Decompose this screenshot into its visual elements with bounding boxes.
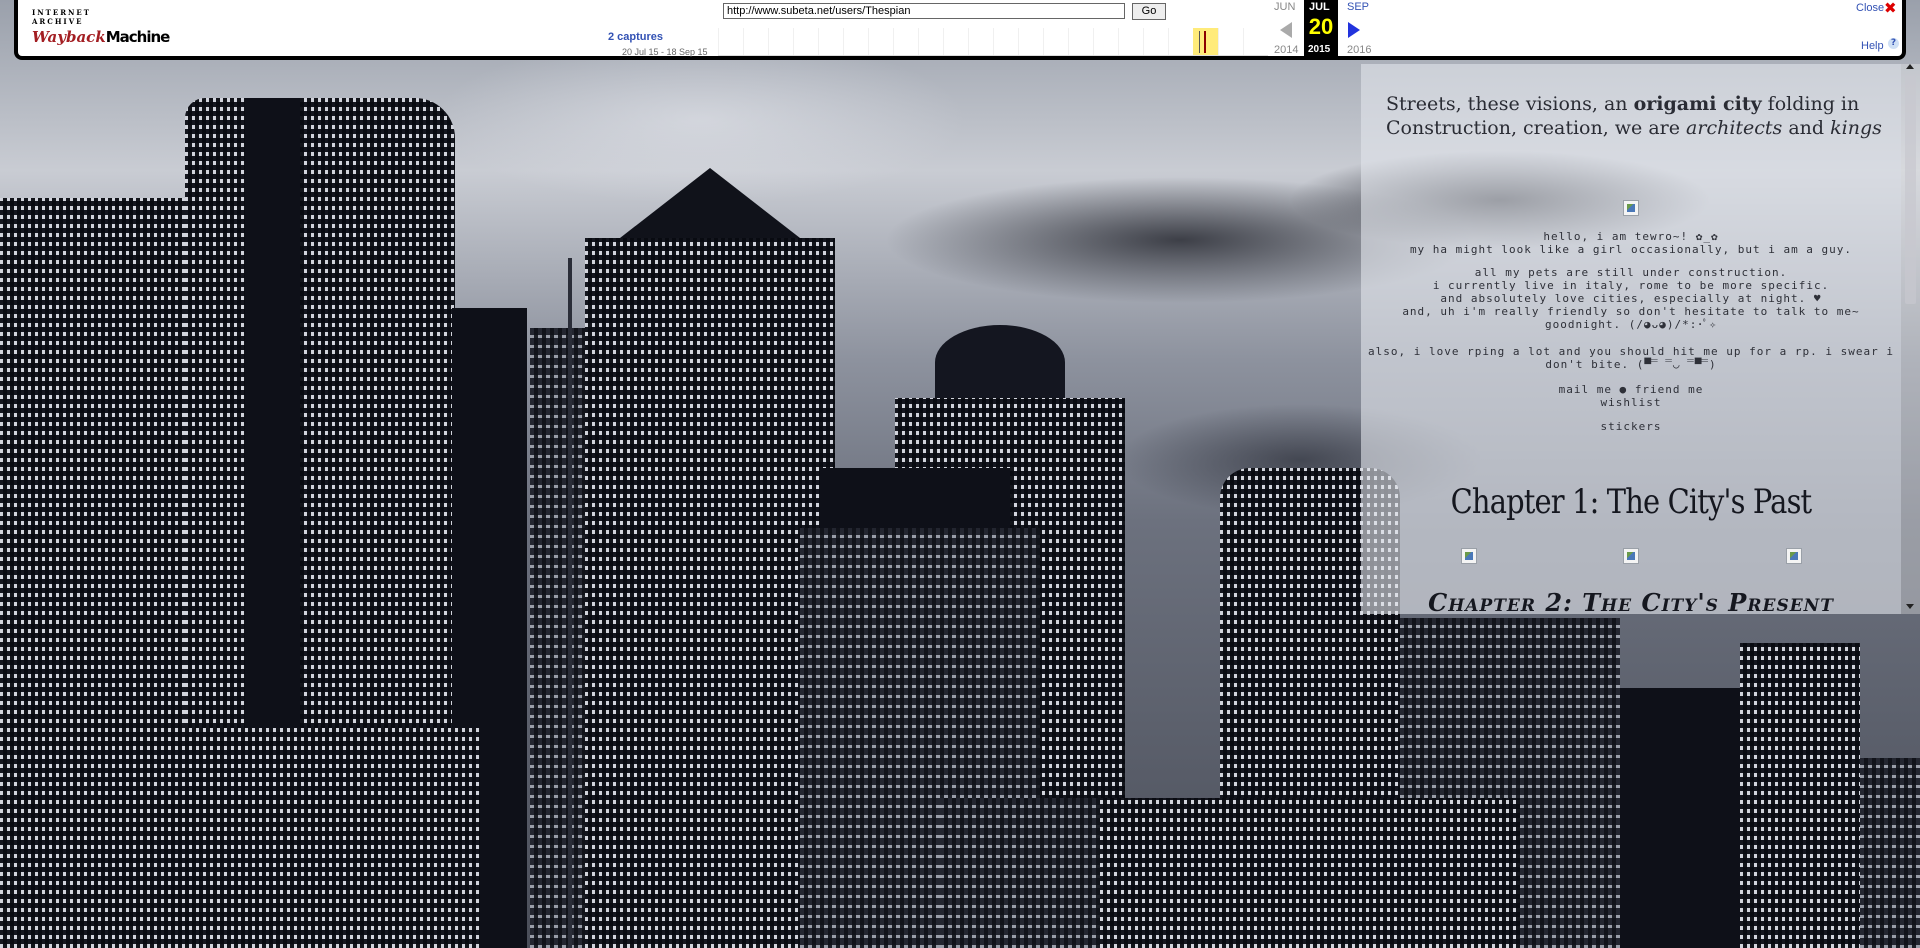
- bio-line: all my pets are still under construction…: [1474, 266, 1788, 279]
- building: [1740, 643, 1860, 948]
- profile-panel: Streets, these visions, an origami city …: [1361, 64, 1901, 614]
- building: [0, 728, 480, 948]
- link-separator: ●: [1611, 383, 1635, 396]
- logo-machine-text: Machine: [105, 28, 171, 46]
- lyrics-text: Streets, these visions, an: [1386, 93, 1634, 115]
- left-arrow-icon[interactable]: [1280, 22, 1292, 38]
- prev-month[interactable]: JUN: [1274, 1, 1295, 13]
- chapter-2-heading: Chapter 2: The City's Present: [1428, 588, 1834, 614]
- panel-scrollbar[interactable]: [1901, 64, 1920, 614]
- mail-me-link[interactable]: mail me: [1559, 383, 1612, 396]
- next-month[interactable]: SEP: [1347, 1, 1369, 13]
- building: [530, 328, 585, 948]
- capture-sparkline[interactable]: [718, 28, 1268, 56]
- building: [1860, 758, 1920, 948]
- help-icon[interactable]: ?: [1888, 38, 1899, 49]
- bio-line: also, i love rping a lot and you should …: [1368, 345, 1894, 358]
- broken-image-icon[interactable]: [1786, 548, 1802, 564]
- logo-top-text: INTERNET ARCHIVE: [32, 8, 91, 26]
- building: [585, 238, 835, 948]
- help-link[interactable]: Help: [1861, 40, 1884, 52]
- bio-line: don't bite. (▀̿ ̿◡ ̿▀̿): [1545, 358, 1717, 371]
- lyrics-quote: Streets, these visions, an origami city …: [1386, 92, 1886, 140]
- wayback-toolbar: INTERNET ARCHIVE WaybackMachine http://w…: [14, 0, 1906, 60]
- prev-year[interactable]: 2014: [1274, 44, 1298, 56]
- lyrics-emphasis: kings: [1830, 117, 1882, 139]
- current-day: 20: [1308, 14, 1334, 39]
- dome-roof: [935, 325, 1065, 400]
- broken-image-icon[interactable]: [1623, 548, 1639, 564]
- lyrics-text: folding in: [1761, 93, 1860, 115]
- current-month: JUL: [1309, 1, 1330, 13]
- pyramid-roof: [620, 168, 800, 238]
- lyrics-text: and: [1782, 117, 1831, 139]
- friend-me-link[interactable]: friend me: [1635, 383, 1704, 396]
- close-icon[interactable]: ✖: [1884, 0, 1897, 17]
- capture-range: 20 Jul 15 - 18 Sep 15: [622, 47, 708, 57]
- lyrics-emphasis: origami city: [1633, 93, 1762, 115]
- lyrics-emphasis: architects: [1686, 117, 1783, 139]
- bio-line: goodnight. (/◕ᴗ◕)/*:･ﾟ✧: [1544, 318, 1718, 331]
- broken-image-icon[interactable]: [1461, 548, 1477, 564]
- next-year[interactable]: 2016: [1347, 44, 1371, 56]
- scroll-down-arrow-icon[interactable]: [1906, 604, 1914, 609]
- current-year: 2015: [1308, 44, 1331, 55]
- wishlist-link[interactable]: wishlist: [1361, 396, 1901, 409]
- bio-text: hello, i am tewro~! ✿_✿ my ha might look…: [1361, 230, 1901, 433]
- capture-mark: [1204, 31, 1206, 53]
- go-button[interactable]: Go: [1132, 3, 1166, 20]
- capture-mark: [1199, 31, 1200, 53]
- spire: [568, 258, 572, 948]
- scroll-up-arrow-icon[interactable]: [1906, 64, 1914, 69]
- bio-line: and absolutely love cities, especially a…: [1440, 292, 1822, 305]
- bio-line: and, uh i'm really friendly so don't hes…: [1402, 305, 1860, 318]
- building: [1100, 798, 1520, 948]
- chapter-1-heading: Chapter 1: The City's Past: [1450, 482, 1813, 522]
- scroll-thumb[interactable]: [1905, 76, 1916, 304]
- wayback-logo[interactable]: INTERNET ARCHIVE WaybackMachine: [32, 8, 170, 48]
- close-link[interactable]: Close: [1856, 2, 1884, 14]
- bio-line: my ha might look like a girl occasionall…: [1409, 243, 1853, 256]
- url-input[interactable]: http://www.subeta.net/users/Thespian: [723, 3, 1125, 19]
- building: [1620, 688, 1750, 948]
- stickers-link[interactable]: stickers: [1361, 420, 1901, 433]
- bio-line: i currently live in italy, rome to be mo…: [1432, 279, 1830, 292]
- logo-wayback-text: Wayback: [32, 28, 106, 46]
- broken-image-icon: [1623, 200, 1639, 216]
- bio-line: hello, i am tewro~! ✿_✿: [1543, 230, 1719, 243]
- captures-link[interactable]: 2 captures: [608, 31, 663, 43]
- lyrics-text: Construction, creation, we are: [1386, 117, 1687, 139]
- right-arrow-icon[interactable]: [1348, 22, 1360, 38]
